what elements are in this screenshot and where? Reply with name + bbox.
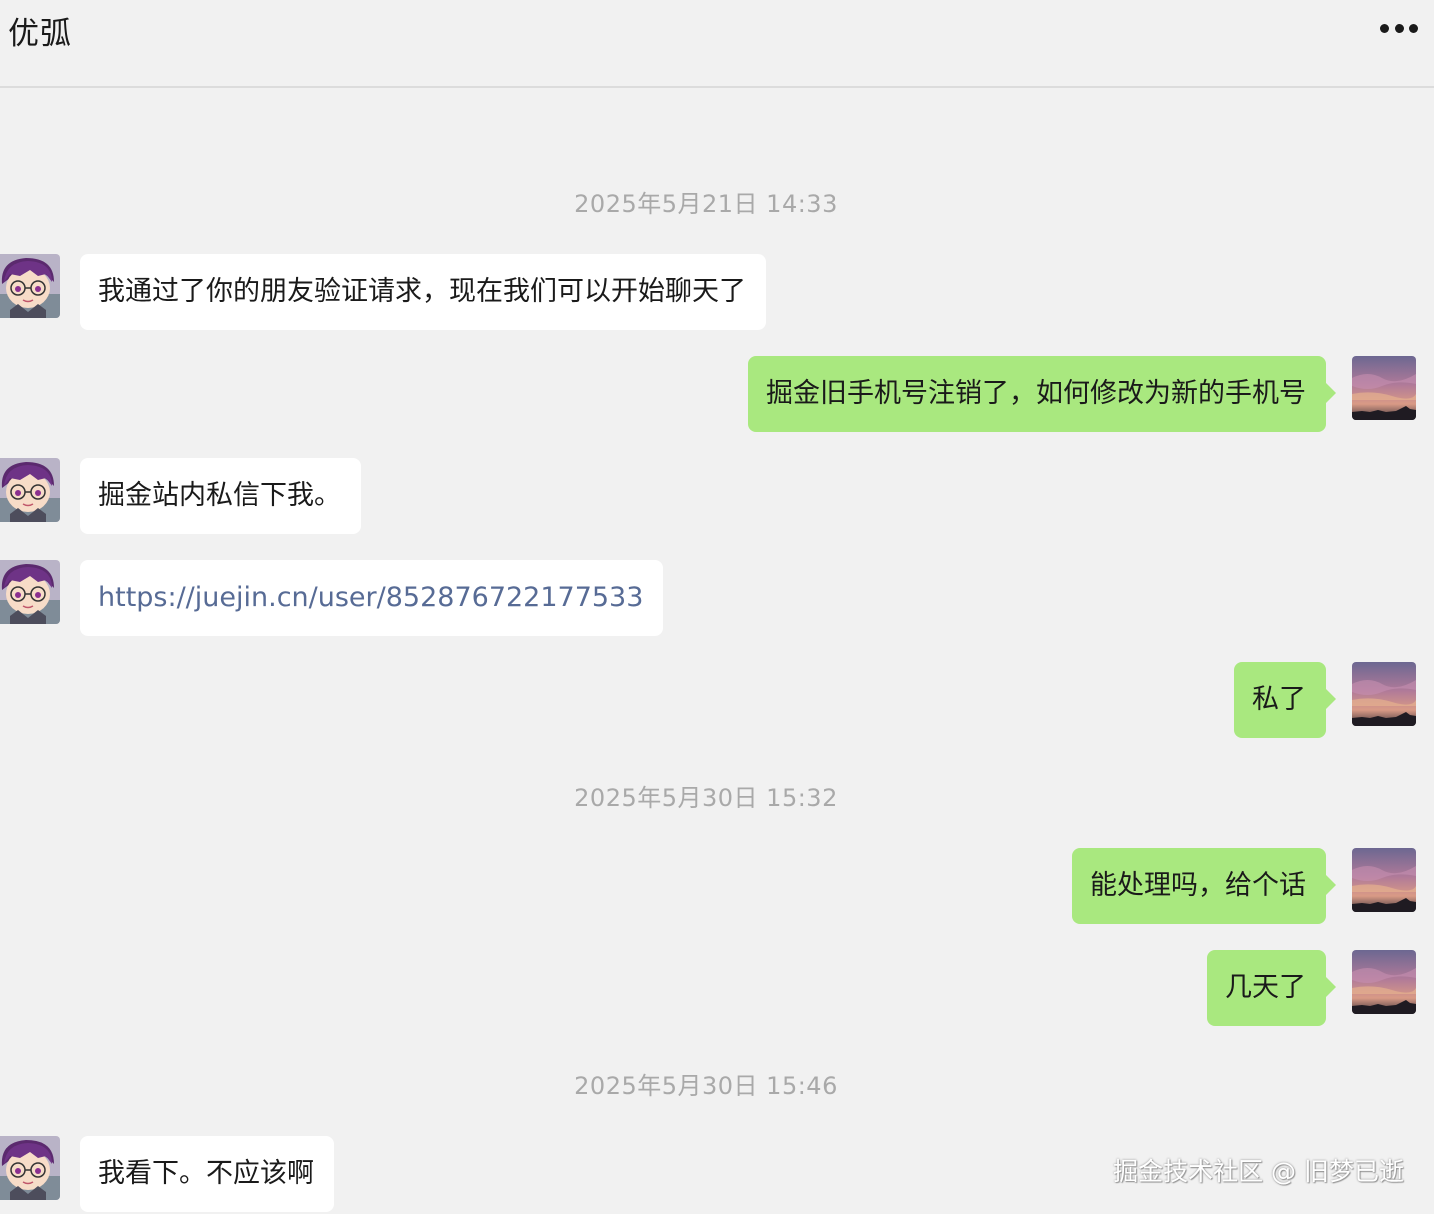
message-link[interactable]: https://juejin.cn/user/852876722177533 xyxy=(80,560,664,636)
self-avatar[interactable] xyxy=(1352,848,1416,912)
more-dot xyxy=(1394,23,1404,33)
watermark: 掘金技术社区 @ 旧梦已逝 xyxy=(1113,1157,1404,1186)
contact-avatar[interactable] xyxy=(0,560,60,624)
contact-avatar[interactable] xyxy=(0,254,60,318)
chat-title: 优弧 xyxy=(8,16,72,52)
contact-avatar[interactable] xyxy=(0,1136,60,1200)
more-icon[interactable] xyxy=(1380,22,1418,34)
outgoing-message[interactable]: 私了 xyxy=(1234,662,1336,738)
outgoing-message[interactable]: 掘金旧手机号注销了，如何修改为新的手机号 xyxy=(748,356,1336,432)
incoming-message[interactable]: 我看下。不应该啊 xyxy=(80,1136,334,1212)
more-dot xyxy=(1380,23,1389,33)
timestamp: 2025年5月30日 15:46 xyxy=(574,1072,838,1100)
self-avatar[interactable] xyxy=(1352,662,1416,726)
more-dot xyxy=(1409,23,1418,33)
outgoing-message[interactable]: 能处理吗，给个话 xyxy=(1072,848,1336,924)
incoming-message[interactable]: 我通过了你的朋友验证请求，现在我们可以开始聊天了 xyxy=(80,254,766,330)
outgoing-message[interactable]: 几天了 xyxy=(1207,950,1336,1026)
timestamp: 2025年5月30日 15:32 xyxy=(574,784,838,812)
chat-header: 优弧 xyxy=(0,0,1434,88)
self-avatar[interactable] xyxy=(1352,356,1416,420)
timestamp: 2025年5月21日 14:33 xyxy=(574,190,838,218)
self-avatar[interactable] xyxy=(1352,950,1416,1014)
incoming-message[interactable]: 掘金站内私信下我。 xyxy=(80,458,361,534)
contact-avatar[interactable] xyxy=(0,458,60,522)
